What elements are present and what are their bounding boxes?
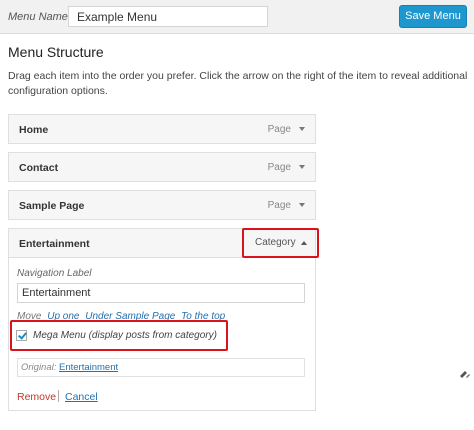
navigation-label-input[interactable]	[17, 283, 305, 303]
menu-item-sample-page[interactable]: Sample Page Page	[8, 190, 316, 220]
navigation-label-label: Navigation Label	[17, 268, 92, 279]
link-separator	[58, 390, 59, 402]
menu-item-title: Sample Page	[19, 200, 85, 212]
menu-item-type: Page	[267, 162, 291, 173]
menu-item-title: Contact	[19, 162, 59, 174]
original-link[interactable]: Entertainment	[59, 362, 118, 373]
menu-item-type: Category	[255, 237, 296, 248]
menu-name-label: Menu Name	[8, 11, 68, 23]
menu-item-type: Page	[267, 124, 291, 135]
cancel-link[interactable]: Cancel	[65, 391, 98, 403]
chevron-down-icon[interactable]	[299, 203, 305, 207]
mega-menu-label[interactable]: Mega Menu (display posts from category)	[33, 330, 217, 341]
menu-structure-heading: Menu Structure	[8, 44, 104, 60]
menu-name-input[interactable]	[68, 6, 268, 27]
menu-header-bar: Menu Name Save Menu	[0, 0, 474, 34]
save-menu-button[interactable]: Save Menu	[399, 5, 467, 28]
menu-item-title: Entertainment	[19, 238, 90, 250]
watermark-icon	[460, 371, 470, 378]
remove-link[interactable]: Remove	[17, 391, 56, 403]
menu-item-home[interactable]: Home Page	[8, 114, 316, 144]
menu-structure-instructions: Drag each item into the order you prefer…	[8, 70, 468, 97]
mega-menu-checkbox[interactable]	[16, 330, 27, 341]
chevron-down-icon[interactable]	[299, 165, 305, 169]
chevron-down-icon[interactable]	[299, 127, 305, 131]
original-label: Original:	[21, 362, 57, 373]
chevron-up-icon[interactable]	[301, 241, 307, 245]
menu-item-type: Page	[267, 200, 291, 211]
menu-item-contact[interactable]: Contact Page	[8, 152, 316, 182]
menu-item-title: Home	[19, 124, 49, 136]
